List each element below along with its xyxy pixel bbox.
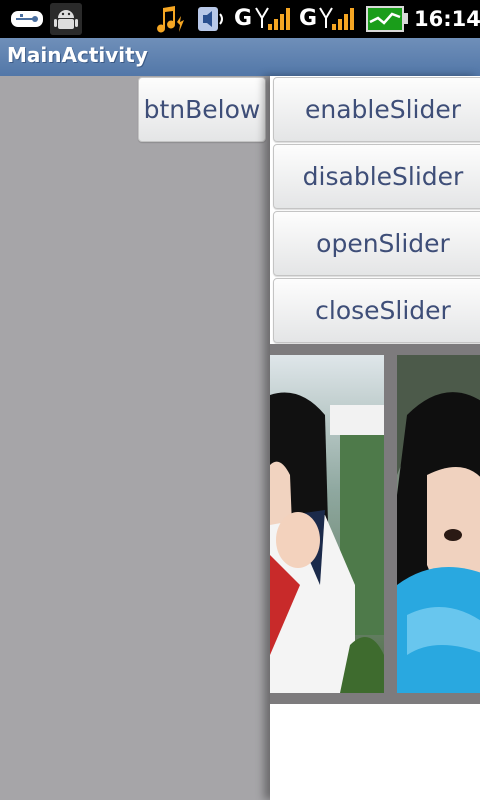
signal-icon (255, 7, 290, 30)
open-slider-label: openSlider (316, 229, 450, 258)
enable-slider-label: enableSlider (304, 95, 462, 124)
btn-below-button[interactable]: btnBelow (138, 77, 266, 142)
btn-below-label: btnBelow (143, 95, 261, 124)
enable-slider-button[interactable]: enableSlider (273, 77, 480, 142)
image-gallery[interactable] (270, 344, 480, 704)
usb-icon (11, 11, 43, 27)
signal-icon (319, 7, 354, 30)
volume-icon (198, 7, 223, 31)
music-icon (157, 6, 184, 33)
close-slider-button[interactable]: closeSlider (273, 278, 480, 343)
open-slider-button[interactable]: openSlider (273, 211, 480, 276)
android-debug-icon (50, 3, 82, 35)
app-title: MainActivity (7, 43, 148, 67)
slider-panel[interactable]: enableSlider disableSlider openSlider cl… (270, 76, 480, 800)
title-bar: MainActivity (0, 38, 480, 76)
disable-slider-label: disableSlider (302, 162, 464, 191)
disable-slider-button[interactable]: disableSlider (273, 144, 480, 209)
battery-nub (404, 13, 408, 24)
network-type-2: G (299, 6, 318, 31)
close-slider-label: closeSlider (315, 296, 451, 325)
clock: 16:14 (414, 7, 480, 31)
battery-icon (366, 6, 404, 32)
gallery-photo[interactable] (397, 355, 480, 693)
gallery-photo[interactable] (270, 355, 384, 693)
status-bar: G G 16:14 (0, 0, 480, 38)
network-type-1: G (234, 6, 253, 31)
